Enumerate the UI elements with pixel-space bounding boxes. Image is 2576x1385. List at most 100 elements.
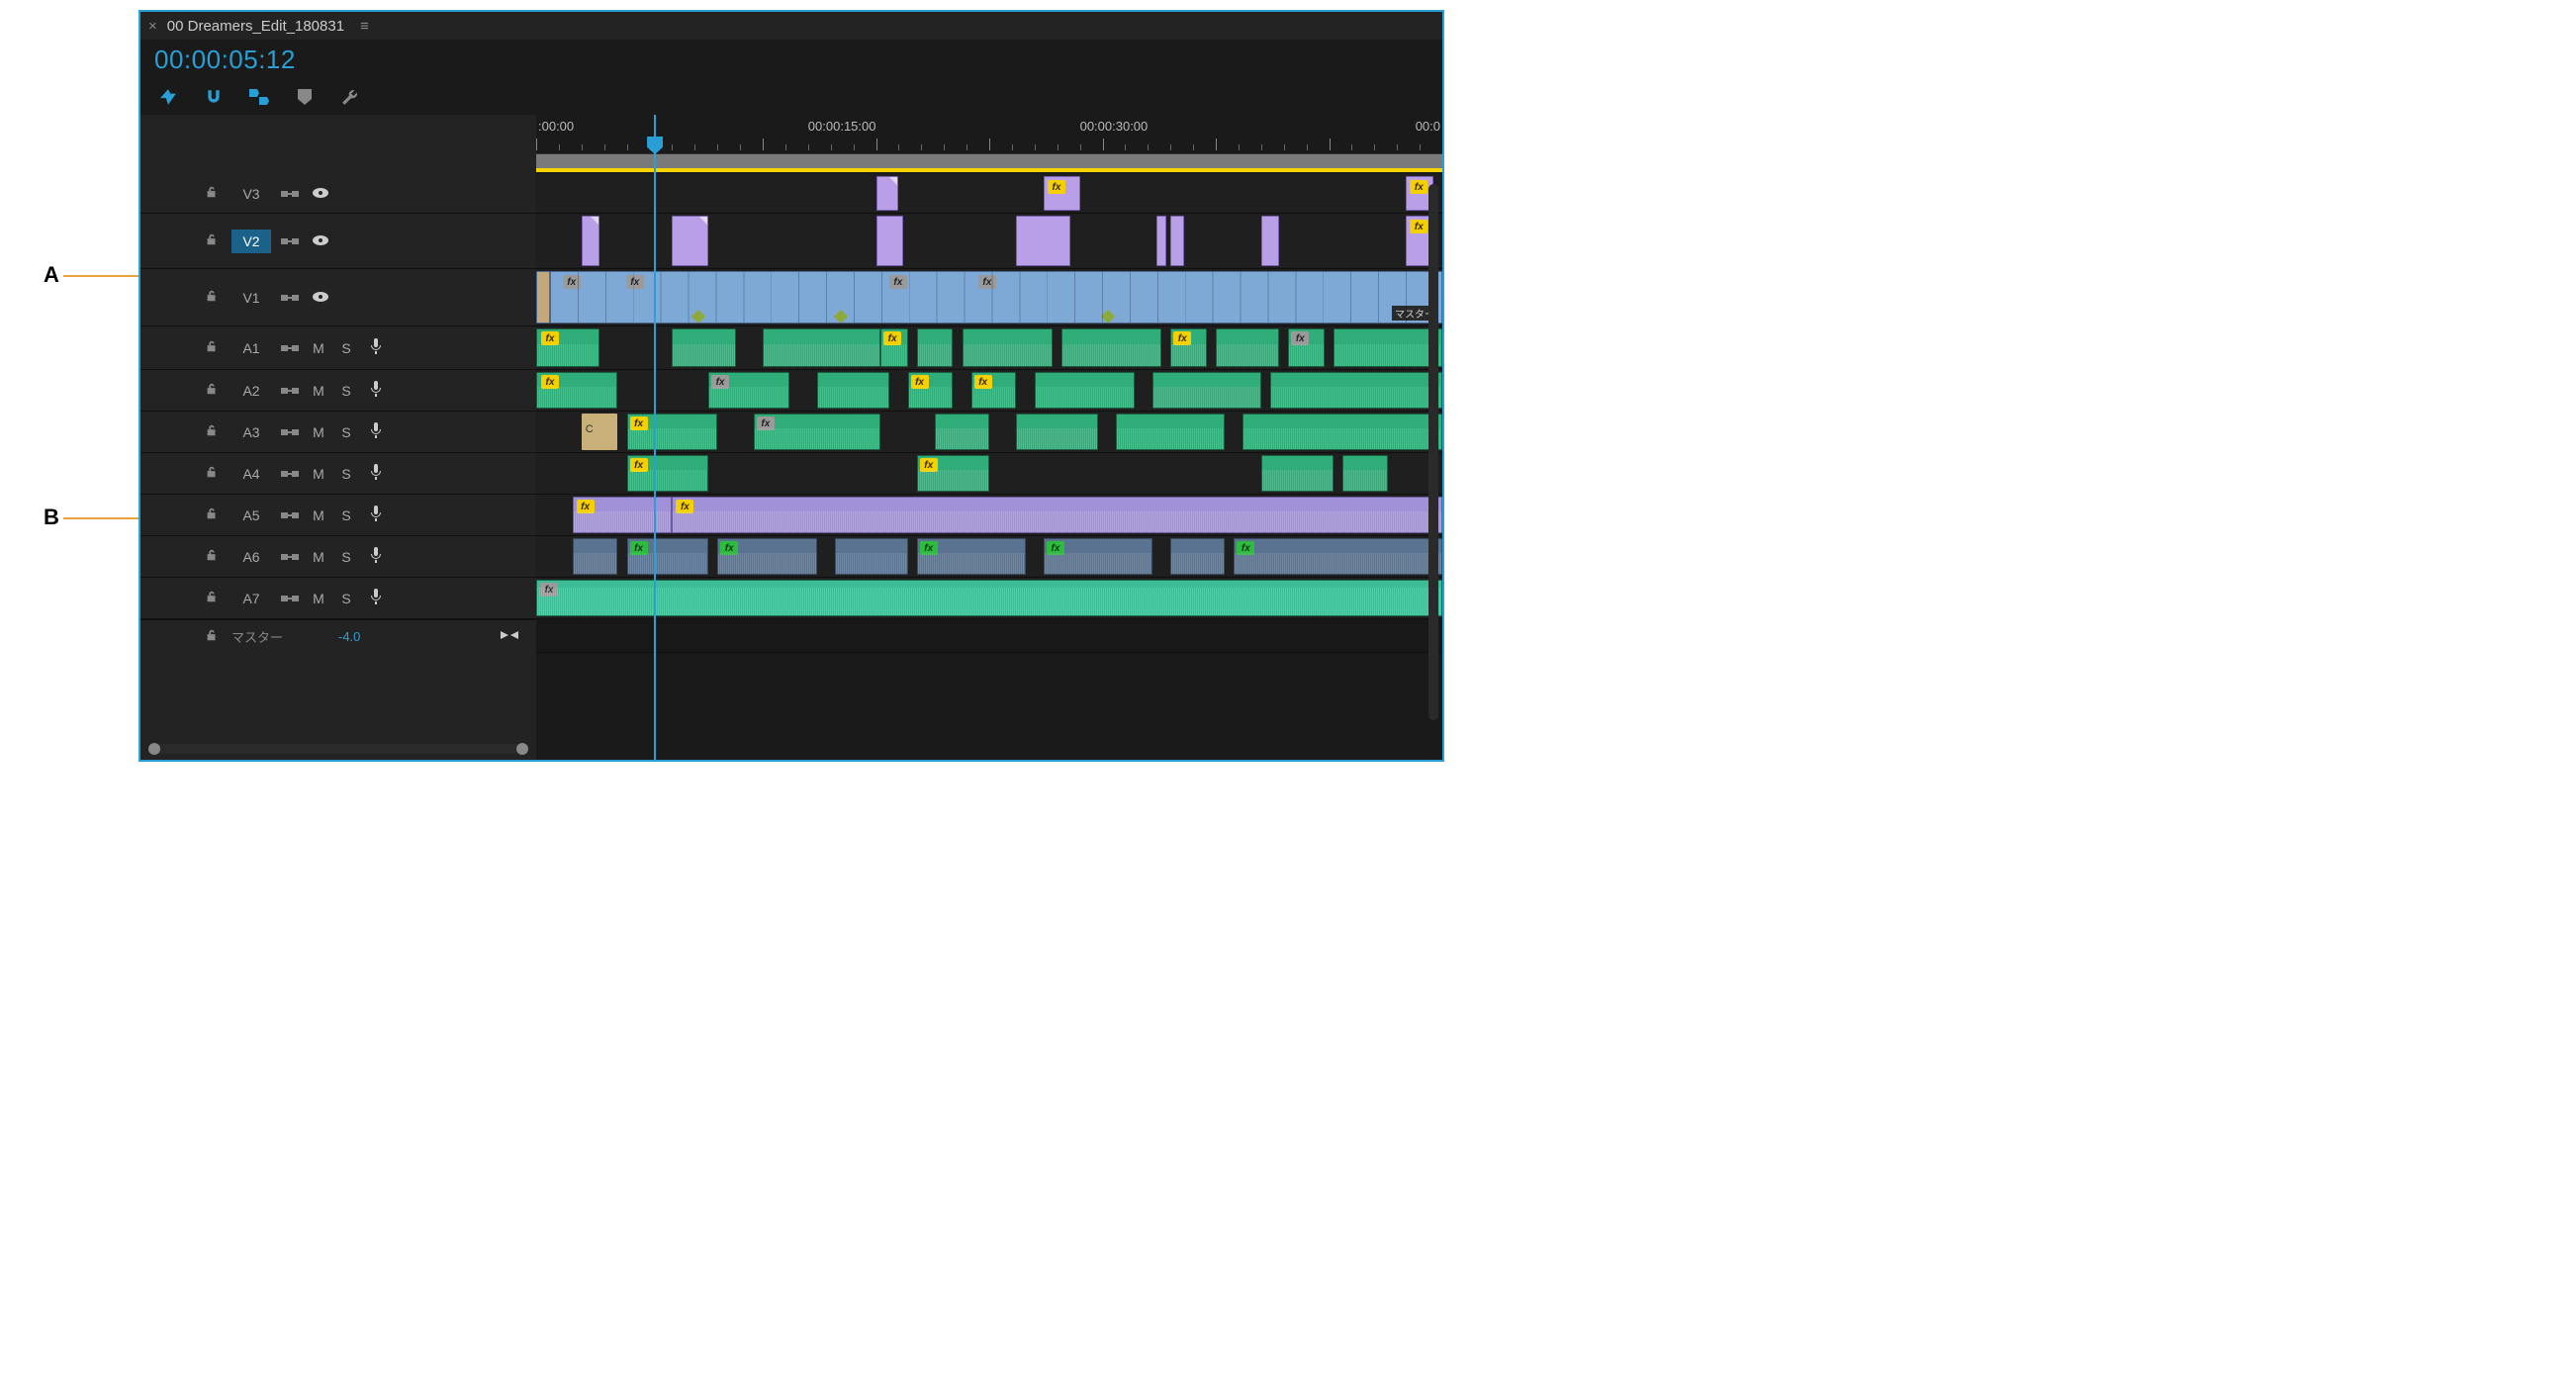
audio-clip[interactable] xyxy=(1016,414,1097,450)
timeline-content[interactable]: :00:00 00:00:15:00 00:00:30:00 00:0 fx f… xyxy=(536,115,1442,760)
track-header-a1[interactable]: A1 M S xyxy=(140,326,536,370)
zoom-handle-left[interactable] xyxy=(148,743,160,755)
solo-button[interactable]: S xyxy=(336,466,356,482)
sync-lock-icon[interactable] xyxy=(279,384,301,398)
lock-icon[interactable] xyxy=(200,339,224,356)
solo-button[interactable]: S xyxy=(336,340,356,356)
lock-icon[interactable] xyxy=(200,590,224,606)
close-tab-icon[interactable]: × xyxy=(148,18,157,35)
audio-clip[interactable] xyxy=(573,538,618,575)
lock-icon[interactable] xyxy=(200,232,224,249)
voiceover-mic-icon[interactable] xyxy=(364,338,388,357)
work-area-bar[interactable] xyxy=(536,154,1442,168)
audio-clip[interactable]: fx xyxy=(1288,328,1325,367)
audio-clip[interactable] xyxy=(1216,328,1279,367)
audio-clip[interactable] xyxy=(935,414,989,450)
audio-clip[interactable] xyxy=(1334,328,1442,367)
track-v1[interactable]: fx fx fx fx マスター xyxy=(536,269,1442,326)
video-clip[interactable]: fx xyxy=(1044,176,1080,211)
track-label[interactable]: A4 xyxy=(231,462,271,486)
mute-button[interactable]: M xyxy=(309,508,328,523)
vertical-scrollbar[interactable] xyxy=(1428,184,1438,720)
audio-clip[interactable]: fx xyxy=(908,372,954,409)
track-header-a7[interactable]: A7 M S xyxy=(140,578,536,619)
solo-button[interactable]: S xyxy=(336,383,356,399)
track-label[interactable]: A5 xyxy=(231,504,271,527)
master-track-row[interactable]: マスター -4.0 xyxy=(140,619,536,653)
track-header-a6[interactable]: A6 M S xyxy=(140,536,536,578)
audio-clip[interactable] xyxy=(1116,414,1225,450)
current-timecode[interactable]: 00:00:05:12 xyxy=(140,40,1442,79)
audio-clip[interactable] xyxy=(1035,372,1135,409)
lock-icon[interactable] xyxy=(200,465,224,482)
audio-clip[interactable]: fx xyxy=(536,372,617,409)
track-a4[interactable]: fx fx xyxy=(536,453,1442,495)
video-clip[interactable] xyxy=(672,216,708,266)
sync-lock-icon[interactable] xyxy=(279,291,301,305)
track-label[interactable]: A6 xyxy=(231,545,271,569)
sync-lock-icon[interactable] xyxy=(279,550,301,564)
track-clip-area[interactable]: fx fx fx fx xyxy=(536,174,1442,730)
toggle-track-output-icon[interactable] xyxy=(309,233,332,249)
audio-clip[interactable]: fx xyxy=(1170,328,1207,367)
sync-lock-icon[interactable] xyxy=(279,467,301,481)
video-clip[interactable] xyxy=(1261,216,1279,266)
panel-menu-icon[interactable]: ≡ xyxy=(360,18,369,35)
audio-clip[interactable] xyxy=(963,328,1054,367)
track-header-a5[interactable]: A5 M S xyxy=(140,495,536,536)
track-header-v3[interactable]: V3 xyxy=(140,174,536,214)
track-label[interactable]: A7 xyxy=(231,587,271,610)
track-a2[interactable]: fx fx fx fx xyxy=(536,370,1442,412)
lock-icon[interactable] xyxy=(200,185,224,202)
voiceover-mic-icon[interactable] xyxy=(364,422,388,441)
solo-button[interactable]: S xyxy=(336,424,356,440)
audio-clip[interactable] xyxy=(672,328,735,367)
add-marker-icon[interactable] xyxy=(295,87,315,107)
track-label[interactable]: A2 xyxy=(231,379,271,403)
solo-button[interactable]: S xyxy=(336,549,356,565)
audio-clip[interactable]: fx xyxy=(672,497,1442,533)
mute-button[interactable]: M xyxy=(309,424,328,440)
audio-clip[interactable] xyxy=(817,372,889,409)
audio-clip[interactable]: fx xyxy=(971,372,1017,409)
playhead-line[interactable] xyxy=(654,115,656,760)
video-clip[interactable]: fx fx fx fx マスター xyxy=(550,271,1442,323)
track-header-v1[interactable]: V1 xyxy=(140,269,536,326)
audio-clip[interactable] xyxy=(1261,455,1334,492)
audio-clip[interactable]: fx xyxy=(1234,538,1442,575)
video-clip[interactable] xyxy=(876,176,899,211)
voiceover-mic-icon[interactable] xyxy=(364,589,388,607)
sync-lock-icon[interactable] xyxy=(279,425,301,439)
master-output-icon[interactable] xyxy=(501,628,518,645)
mute-button[interactable]: M xyxy=(309,549,328,565)
audio-clip[interactable]: fx xyxy=(627,455,708,492)
lock-icon[interactable] xyxy=(200,548,224,565)
audio-clip[interactable]: fx xyxy=(536,328,599,367)
mute-button[interactable]: M xyxy=(309,591,328,606)
audio-clip[interactable] xyxy=(835,538,907,575)
audio-clip[interactable] xyxy=(1170,538,1225,575)
audio-clip[interactable] xyxy=(1270,372,1442,409)
sync-lock-icon[interactable] xyxy=(279,592,301,605)
sync-lock-icon[interactable] xyxy=(279,187,301,201)
audio-clip[interactable] xyxy=(1061,328,1161,367)
audio-clip[interactable]: fx xyxy=(627,414,718,450)
track-header-v2[interactable]: V2 xyxy=(140,214,536,269)
track-label[interactable]: V2 xyxy=(231,230,271,253)
track-a6[interactable]: fx fx fx fx fx xyxy=(536,536,1442,578)
sequence-title[interactable]: 00 Dreamers_Edit_180831 xyxy=(167,18,344,35)
video-clip[interactable] xyxy=(1170,216,1184,266)
linked-selection-icon[interactable] xyxy=(249,87,269,107)
snap-magnet-icon[interactable] xyxy=(204,87,224,107)
audio-clip[interactable]: fx xyxy=(717,538,817,575)
voiceover-mic-icon[interactable] xyxy=(364,547,388,566)
solo-button[interactable]: S xyxy=(336,508,356,523)
track-v3[interactable]: fx fx xyxy=(536,174,1442,214)
mute-button[interactable]: M xyxy=(309,340,328,356)
audio-clip[interactable] xyxy=(917,328,954,367)
audio-clip[interactable] xyxy=(1152,372,1261,409)
toggle-track-output-icon[interactable] xyxy=(309,186,332,202)
track-label[interactable]: V1 xyxy=(231,286,271,310)
voiceover-mic-icon[interactable] xyxy=(364,506,388,524)
mute-button[interactable]: M xyxy=(309,383,328,399)
